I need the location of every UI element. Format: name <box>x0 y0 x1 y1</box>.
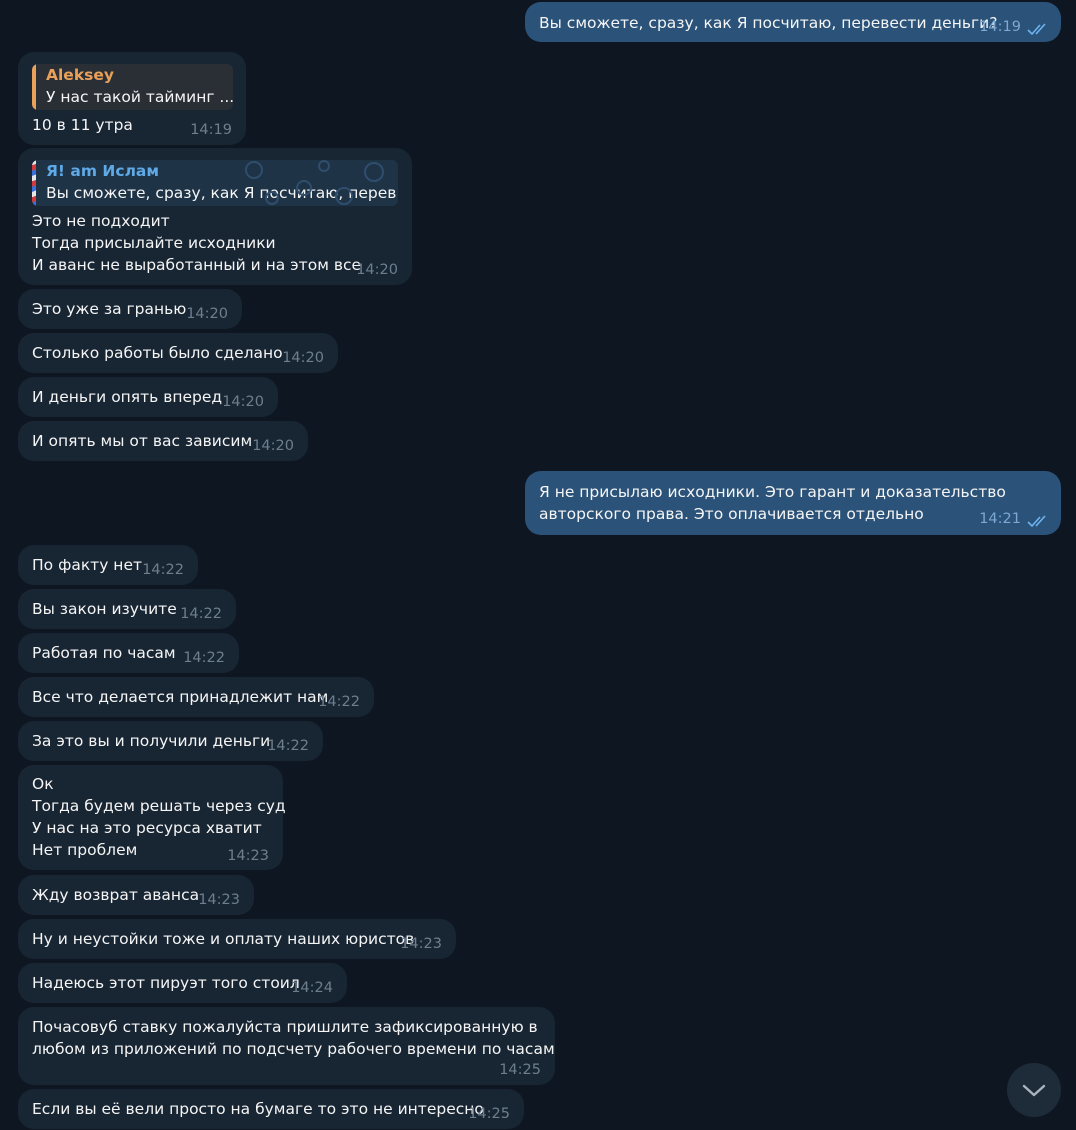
message-text: И опять мы от вас зависим <box>32 432 253 450</box>
reply-author: Aleksey <box>46 66 114 84</box>
message-time: 14:23 <box>227 848 269 864</box>
reply-quote[interactable]: Я! am Ислам Вы сможете, сразу, как Я пос… <box>32 160 398 206</box>
message-time: 14:22 <box>183 650 225 666</box>
incoming-message[interactable]: Вы закон изучите 14:22 <box>18 589 236 629</box>
message-time: 14:20 <box>252 438 294 454</box>
incoming-message[interactable]: И деньги опять вперед 14:20 <box>18 377 278 417</box>
incoming-message[interactable]: Жду возврат аванса 14:23 <box>18 875 254 915</box>
double-check-icon <box>1027 23 1046 36</box>
message-text: Вы сможете, сразу, как Я посчитаю, перев… <box>539 14 998 32</box>
message-time: 14:19 <box>190 122 232 138</box>
message-time: 14:24 <box>291 980 333 996</box>
incoming-message[interactable]: Все что делается принадлежит нам 14:22 <box>18 677 374 717</box>
incoming-message[interactable]: Aleksey У нас такой тайминг ... 10 в 11 … <box>18 52 246 145</box>
reply-author: Я! am Ислам <box>46 162 160 180</box>
reply-text: У нас такой тайминг ... <box>46 88 233 106</box>
message-time: 14:21 <box>979 511 1021 527</box>
message-text: Надеюсь этот пируэт того стоил <box>32 974 300 992</box>
emoji-pattern-icon <box>245 160 384 205</box>
message-text: Это не подходит Тогда присылайте исходни… <box>32 212 362 274</box>
reply-bar <box>32 160 36 206</box>
message-text: Работая по часам <box>32 644 176 662</box>
reply-quote[interactable]: Aleksey У нас такой тайминг ... <box>32 64 233 110</box>
message-text: За это вы и получили деньги <box>32 732 271 750</box>
message-time: 14:20 <box>186 306 228 322</box>
message-time: 14:22 <box>267 738 309 754</box>
scroll-down-button[interactable] <box>1007 1063 1061 1117</box>
chat-area: Вы сможете, сразу, как Я посчитаю, перев… <box>0 0 1076 1130</box>
message-time: 14:22 <box>180 606 222 622</box>
incoming-message[interactable]: По факту нет 14:22 <box>18 545 198 585</box>
message-text: И деньги опять вперед <box>32 388 223 406</box>
outgoing-message[interactable]: Вы сможете, сразу, как Я посчитаю, перев… <box>525 2 1061 42</box>
message-text: 10 в 11 утра <box>32 116 133 134</box>
outgoing-message[interactable]: Я не присылаю исходники. Это гарант и до… <box>525 471 1061 535</box>
message-time: 14:22 <box>318 694 360 710</box>
reply-bar <box>32 64 36 110</box>
message-text: Это уже за гранью <box>32 300 187 318</box>
message-time: 14:19 <box>979 19 1021 35</box>
incoming-message[interactable]: Столько работы было сделано 14:20 <box>18 333 338 373</box>
incoming-message[interactable]: И опять мы от вас зависим 14:20 <box>18 421 308 461</box>
incoming-message[interactable]: Надеюсь этот пируэт того стоил 14:24 <box>18 963 347 1003</box>
incoming-message[interactable]: Я! am Ислам Вы сможете, сразу, как Я пос… <box>18 148 412 285</box>
message-text: Если вы её вели просто на бумаге то это … <box>32 1100 484 1118</box>
message-time: 14:25 <box>499 1062 541 1078</box>
message-text: Ну и неустойки тоже и оплату наших юрист… <box>32 930 415 948</box>
message-time: 14:23 <box>400 936 442 952</box>
message-text: Я не присылаю исходники. Это гарант и до… <box>539 483 1006 523</box>
incoming-message[interactable]: Это уже за гранью 14:20 <box>18 289 242 329</box>
chevron-down-icon <box>1022 1084 1046 1097</box>
message-text: Все что делается принадлежит нам <box>32 688 329 706</box>
message-time: 14:23 <box>198 892 240 908</box>
incoming-message[interactable]: Почасовуб ставку пожалуйста пришлите заф… <box>18 1007 555 1085</box>
message-time: 14:20 <box>356 262 398 278</box>
message-time: 14:20 <box>282 350 324 366</box>
message-text: Жду возврат аванса <box>32 886 200 904</box>
message-text: По факту нет <box>32 556 143 574</box>
incoming-message[interactable]: Если вы её вели просто на бумаге то это … <box>18 1089 524 1129</box>
incoming-message[interactable]: Ну и неустойки тоже и оплату наших юрист… <box>18 919 456 959</box>
incoming-message[interactable]: Работая по часам 14:22 <box>18 633 239 673</box>
message-time: 14:22 <box>142 562 184 578</box>
message-text: Почасовуб ставку пожалуйста пришлите заф… <box>32 1018 555 1058</box>
message-text: Вы закон изучите <box>32 600 177 618</box>
message-text: Столько работы было сделано <box>32 344 283 362</box>
message-time: 14:20 <box>222 394 264 410</box>
incoming-message[interactable]: За это вы и получили деньги 14:22 <box>18 721 323 761</box>
double-check-icon <box>1027 515 1046 528</box>
incoming-message[interactable]: Ок Тогда будем решать через суд У нас на… <box>18 765 286 870</box>
message-time: 14:25 <box>468 1106 510 1122</box>
